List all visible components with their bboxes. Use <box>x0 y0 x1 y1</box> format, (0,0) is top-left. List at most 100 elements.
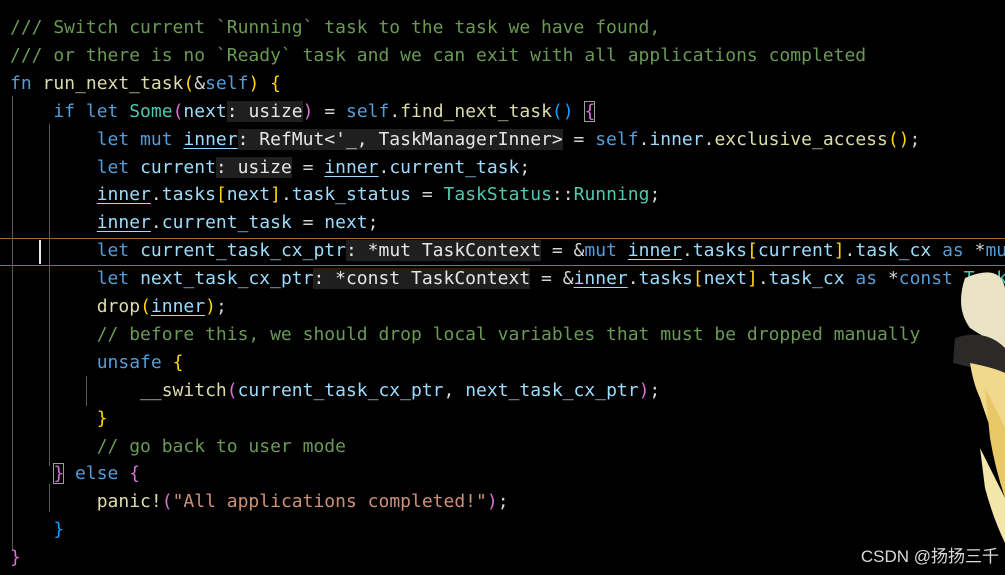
code-token: __switch <box>140 379 227 401</box>
code-token: ) <box>302 100 314 122</box>
code-token: mut <box>985 240 1005 262</box>
code-token: next <box>183 100 227 122</box>
code-token: next_task_cx_ptr <box>140 268 314 290</box>
code-line[interactable]: let mut inner: RefMut<'_, TaskManagerInn… <box>10 126 920 154</box>
code-line[interactable]: // before this, we should drop local var… <box>10 321 921 349</box>
code-token: if let <box>53 100 130 122</box>
code-line[interactable]: panic!("All applications completed!"); <box>10 488 509 516</box>
code-token: [ <box>215 184 227 206</box>
code-line[interactable]: __switch(current_task_cx_ptr, next_task_… <box>10 377 660 405</box>
code-token: current_task <box>161 212 292 234</box>
code-token: : *mut TaskContext <box>345 240 542 262</box>
code-token: . <box>703 128 715 150</box>
code-line[interactable]: drop(inner); <box>10 293 227 321</box>
code-token: ) <box>205 296 216 317</box>
code-token: inner <box>573 268 628 290</box>
code-token: task_status <box>291 184 412 206</box>
code-token: mut <box>584 240 628 262</box>
code-token: inner <box>649 128 704 150</box>
code-token: . <box>757 268 769 290</box>
code-token: = <box>291 212 325 234</box>
code-token: fn <box>10 72 43 94</box>
code-token: self <box>595 128 639 150</box>
code-token: inner <box>627 240 682 262</box>
code-token: ; <box>909 128 921 150</box>
code-line[interactable]: // go back to user mode <box>10 433 346 461</box>
code-token: { <box>172 351 184 373</box>
code-token: inner <box>150 296 206 317</box>
code-token: : *const TaskContext <box>313 268 531 290</box>
code-line[interactable]: } <box>10 516 64 544</box>
code-token: Running <box>573 184 650 206</box>
code-token: } <box>53 519 65 541</box>
code-token: TaskStatus <box>443 184 552 206</box>
code-token: } <box>96 407 108 429</box>
code-token: . <box>844 240 856 262</box>
code-line[interactable]: inner.tasks[next].task_status = TaskStat… <box>10 181 661 209</box>
code-token: ; <box>367 212 379 234</box>
code-line[interactable]: } else { <box>10 460 140 488</box>
code-token: // before this, we should drop local var… <box>96 323 921 345</box>
code-line[interactable]: /// or there is no `Ready` task and we c… <box>10 42 866 70</box>
code-line[interactable]: } <box>10 544 21 572</box>
code-token: , <box>443 379 466 401</box>
code-token: :: <box>551 184 574 206</box>
code-token: as <box>931 240 975 262</box>
code-token: current_task_cx_ptr <box>237 379 444 401</box>
code-token: self <box>205 72 249 94</box>
code-token: /// or there is no `Ready` task and we c… <box>10 44 867 66</box>
code-line[interactable]: if let Some(next: usize) = self.find_nex… <box>10 98 596 126</box>
code-token: current_task <box>389 156 520 178</box>
code-token: Some <box>129 100 173 122</box>
code-token: tasks <box>638 268 693 290</box>
code-token: { <box>270 72 281 94</box>
code-token: let <box>96 240 141 262</box>
code-token: task_cx <box>855 240 932 262</box>
code-line[interactable]: inner.current_task = next; <box>10 209 379 237</box>
code-token: . <box>681 240 693 262</box>
code-token: self <box>346 100 390 122</box>
text-cursor <box>39 240 41 264</box>
code-token: ) <box>248 72 260 94</box>
code-token: current <box>140 156 216 178</box>
code-token: ( <box>172 100 184 122</box>
code-line[interactable]: /// Switch current `Running` task to the… <box>10 14 660 42</box>
code-line[interactable]: unsafe { <box>10 349 184 377</box>
code-line[interactable]: } <box>10 405 108 433</box>
code-token: { <box>584 100 596 122</box>
code-token: [ <box>692 268 704 290</box>
code-token: as <box>844 268 888 290</box>
code-editor[interactable]: /// Switch current `Running` task to the… <box>0 0 1005 575</box>
code-token: ] <box>270 184 281 206</box>
code-token: * <box>974 240 986 262</box>
code-token: task_cx <box>768 268 845 290</box>
code-token: ; <box>519 156 531 178</box>
code-token: drop <box>96 296 141 317</box>
code-token: . <box>150 212 162 234</box>
code-token: = <box>411 184 444 206</box>
code-line[interactable]: let next_task_cx_ptr: *const TaskContext… <box>10 265 1005 293</box>
code-token: . <box>638 128 650 150</box>
code-token: /// Switch current `Running` task to the… <box>10 17 661 38</box>
code-token: current <box>757 240 834 262</box>
code-token: . <box>150 184 162 206</box>
code-token: ] <box>833 240 845 262</box>
code-line[interactable]: let current_task_cx_ptr: *mut TaskContex… <box>10 237 1005 265</box>
code-token: ( <box>183 72 195 94</box>
code-line[interactable]: fn run_next_task(&self) { <box>10 70 281 98</box>
code-token: = & <box>530 268 574 290</box>
code-token: next <box>226 184 271 206</box>
code-line[interactable]: let current: usize = inner.current_task; <box>10 154 530 182</box>
